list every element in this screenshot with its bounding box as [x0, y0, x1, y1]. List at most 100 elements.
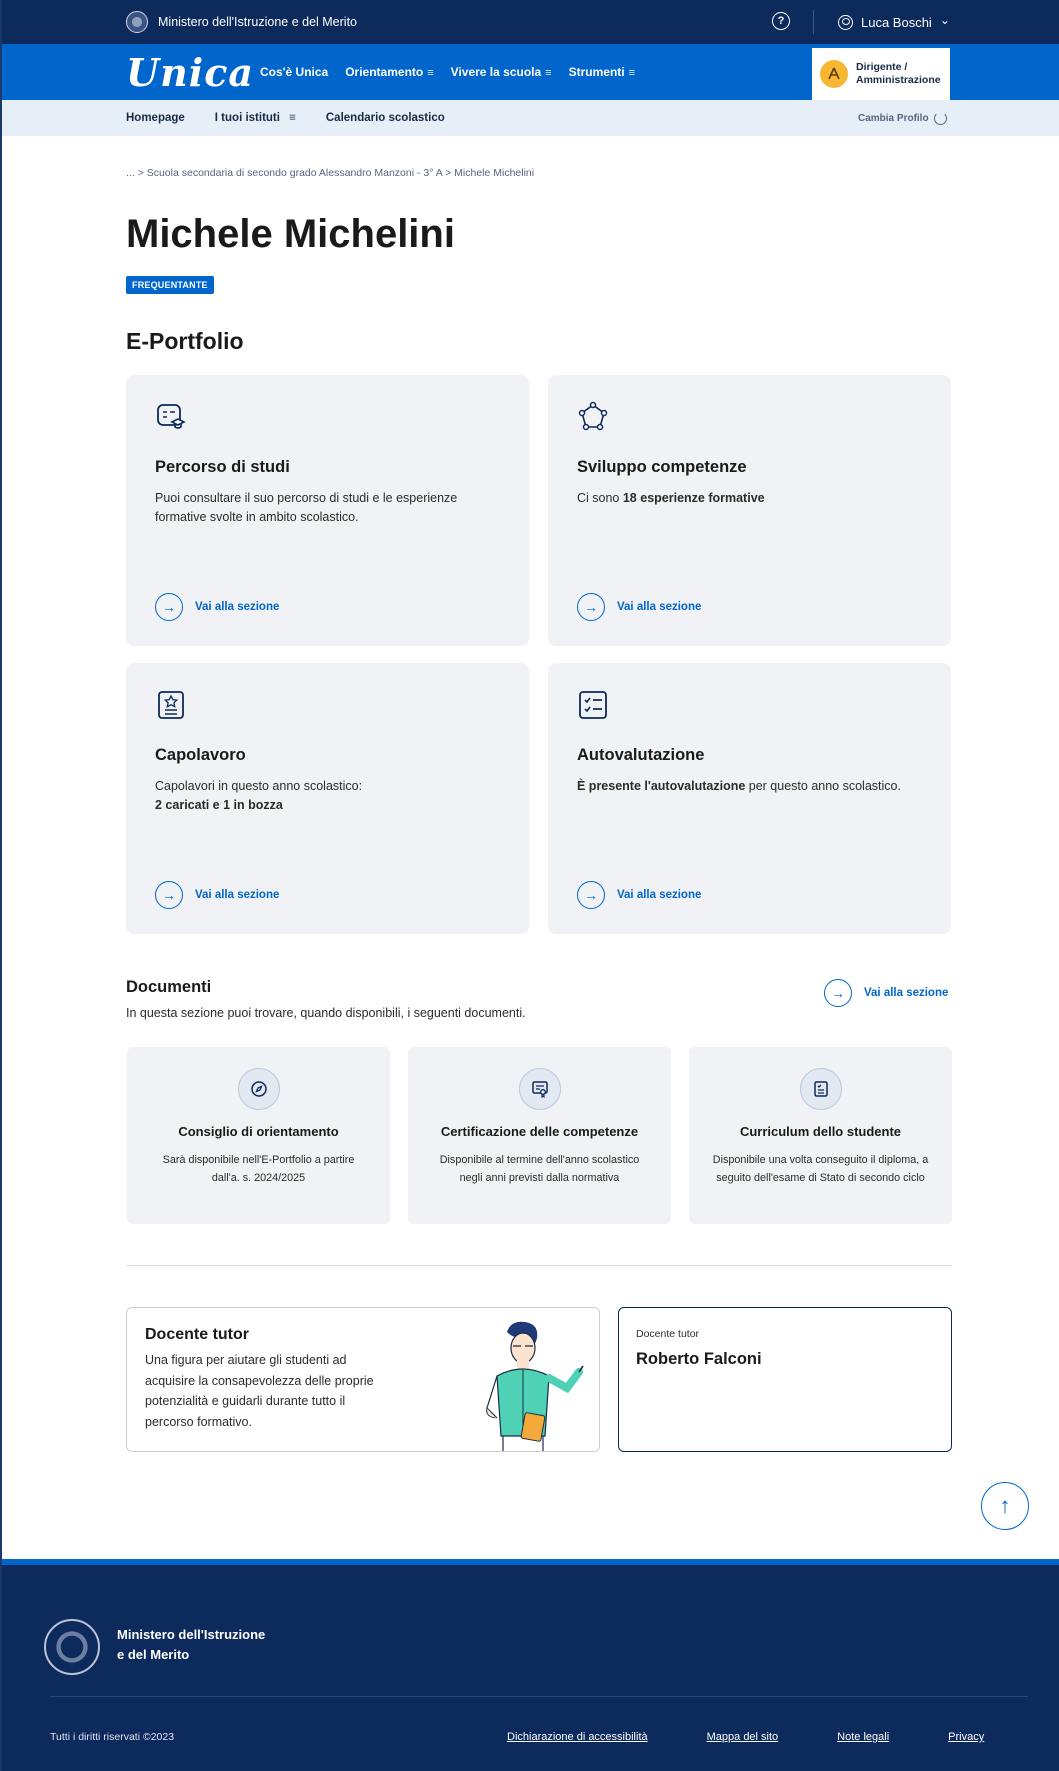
profile-label: Dirigente / Amministrazione	[856, 61, 941, 87]
user-name: Luca Boschi	[861, 14, 932, 30]
copyright: Tutti i diritti riservati ©2023	[50, 1731, 175, 1743]
compass-icon	[237, 1068, 280, 1110]
menu-icon: ≡	[545, 67, 552, 79]
card-text-pre: Capolavori in questo anno scolastico:	[155, 779, 363, 793]
sub-nav-items: Homepage I tuoi istituti ≡ Calendario sc…	[126, 112, 445, 124]
nav-item-label: Vivere la scuola	[450, 65, 542, 79]
card-text: Ci sono 18 esperienze formative	[577, 489, 922, 508]
tutor-text: Una figura per aiutare gli studenti ad a…	[145, 1353, 374, 1429]
republic-emblem-icon	[126, 11, 148, 33]
role-icon	[828, 67, 840, 80]
go-to-section-link[interactable]: → Vai alla sezione	[155, 593, 279, 621]
link-label: Vai alla sezione	[617, 601, 702, 613]
nav-item-vivere-la-scuola[interactable]: Vivere la scuola ≡	[451, 65, 552, 79]
back-to-top-button[interactable]: ↑	[981, 1482, 1029, 1530]
subnav-item-istituti[interactable]: I tuoi istituti ≡	[215, 112, 296, 124]
profile-role-icon	[820, 60, 848, 88]
tutor-name-card[interactable]: Docente tutor Roberto Falconi	[618, 1307, 952, 1452]
checklist-icon	[579, 691, 607, 719]
document-card-curriculum: Curriculum dello studente Disponibile un…	[689, 1047, 952, 1224]
link-label: Vai alla sezione	[617, 889, 702, 901]
go-to-section-link[interactable]: → Vai alla sezione	[577, 593, 701, 621]
portfolio-card-capolavoro: Capolavoro Capolavori in questo anno sco…	[126, 663, 529, 934]
main-nav: Unica Cos'è Unica Orientamento ≡ Vivere l…	[2, 44, 1059, 100]
document-text: Disponibile al termine dell'anno scolast…	[439, 1154, 640, 1185]
change-profile-link[interactable]: Cambia Profilo	[858, 111, 947, 125]
menu-icon: ≡	[289, 112, 296, 124]
chevron-down-icon: ⌄	[939, 13, 950, 27]
document-title: Consiglio di orientamento	[178, 1124, 339, 1139]
nav-item-orientamento[interactable]: Orientamento ≡	[345, 65, 433, 79]
profile-role-line2: Amministrazione	[856, 74, 941, 86]
card-text: Capolavori in questo anno scolastico: 2 c…	[155, 777, 500, 816]
subnav-item-calendario[interactable]: Calendario scolastico	[326, 112, 445, 124]
card-text-bold: 2 caricati e 1 in bozza	[155, 798, 283, 813]
breadcrumb[interactable]: ... > Scuola secondaria di secondo grado…	[126, 167, 534, 179]
nav-item-cose-unica[interactable]: Cos'è Unica	[260, 65, 328, 79]
portfolio-card-percorso: Percorso di studi Puoi consultare il suo…	[126, 375, 529, 646]
arrow-right-icon: →	[577, 593, 605, 621]
profile-tab[interactable]: Dirigente / Amministrazione	[812, 48, 950, 100]
certificate-glyph	[531, 1081, 548, 1098]
document-card-certificazione: Certificazione delle competenze Disponib…	[408, 1047, 671, 1224]
footer-link-mappa[interactable]: Mappa del sito	[707, 1731, 779, 1743]
user-menu[interactable]: Luca Boschi ⌄	[838, 0, 950, 44]
card-text-bold: È presente l'autovalutazione	[577, 779, 746, 793]
study-path-icon	[157, 404, 186, 429]
footer-link-note-legali[interactable]: Note legali	[837, 1731, 889, 1743]
tutor-label: Docente tutor	[636, 1328, 700, 1340]
document-text: Sarà disponibile nell'E-Portfolio a part…	[162, 1154, 355, 1185]
compass-glyph	[250, 1081, 267, 1097]
link-label: Vai alla sezione	[195, 889, 280, 901]
ministry-link[interactable]: Ministero dell'Istruzione e del Merito	[158, 15, 357, 29]
curriculum-glyph	[813, 1081, 828, 1097]
link-label: Vai alla sezione	[864, 987, 949, 999]
tutor-name: Roberto Falconi	[636, 1350, 762, 1368]
page-title: Michele Michelini	[126, 212, 455, 256]
subnav-item-homepage[interactable]: Homepage	[126, 112, 185, 124]
user-icon	[838, 14, 853, 30]
arrow-up-icon: ↑	[999, 1493, 1011, 1518]
change-profile-label: Cambia Profilo	[858, 112, 929, 124]
go-to-section-link[interactable]: → Vai alla sezione	[155, 881, 279, 909]
go-to-section-link[interactable]: → Vai alla sezione	[577, 881, 701, 909]
card-title: Percorso di studi	[155, 458, 290, 476]
footer-link-accessibilita[interactable]: Dichiarazione di accessibilità	[507, 1731, 648, 1743]
tutor-info-card: Docente tutor Una figura per aiutare gli…	[126, 1307, 600, 1452]
card-title: Sviluppo competenze	[577, 458, 747, 476]
help-icon[interactable]: ?	[772, 12, 790, 30]
nav-item-strumenti[interactable]: Strumenti ≡	[569, 65, 635, 79]
footer-link-privacy[interactable]: Privacy	[948, 1731, 984, 1743]
document-title: Curriculum dello studente	[739, 1124, 902, 1139]
card-text-pre: Ci sono	[577, 491, 623, 505]
footer-links: Dichiarazione di accessibilità Mappa del…	[507, 1731, 984, 1743]
teacher-illustration-icon	[486, 1321, 584, 1451]
card-text: È presente l'autovalutazione per questo …	[577, 777, 922, 796]
status-badge: FREQUENTANTE	[126, 276, 214, 294]
arrow-right-icon: →	[155, 881, 183, 909]
section-title-portfolio: E-Portfolio	[126, 328, 244, 354]
portfolio-card-competenze: Sviluppo competenze Ci sono 18 esperienz…	[548, 375, 951, 646]
profile-role-line1: Dirigente /	[856, 60, 908, 73]
card-title: Capolavoro	[155, 746, 246, 764]
footer-ministry-line1: Ministero dell'Istruzione	[117, 1627, 266, 1642]
arrow-right-icon: →	[155, 593, 183, 621]
switch-icon	[933, 111, 947, 125]
republic-emblem-icon	[44, 1619, 100, 1675]
footer: Ministero dell'Istruzione e del Merito T…	[2, 1559, 1059, 1771]
card-text-post: per questo anno scolastico.	[745, 779, 901, 793]
footer-ministry-name[interactable]: Ministero dell'Istruzione e del Merito	[117, 1625, 265, 1665]
document-text: Disponibile una volta conseguito il dipl…	[712, 1154, 929, 1185]
card-title: Autovalutazione	[577, 746, 705, 764]
portfolio-card-autovalutazione: Autovalutazione È presente l'autovalutaz…	[548, 663, 951, 934]
document-card-orientamento: Consiglio di orientamento Sarà disponibi…	[127, 1047, 390, 1224]
menu-icon: ≡	[628, 67, 636, 79]
section-divider	[126, 1265, 952, 1266]
unica-logo[interactable]: Unica	[126, 50, 254, 95]
nav-item-label: Strumenti	[568, 65, 625, 79]
page: Ministero dell'Istruzione e del Merito ?…	[0, 0, 1059, 1771]
sub-nav: Homepage I tuoi istituti ≡ Calendario sc…	[2, 100, 1059, 136]
card-text-bold: 18 esperienze formative	[622, 491, 765, 505]
documents-go-link[interactable]: → Vai alla sezione	[824, 979, 948, 1007]
nav-item-label: Cos'è Unica	[260, 65, 329, 79]
